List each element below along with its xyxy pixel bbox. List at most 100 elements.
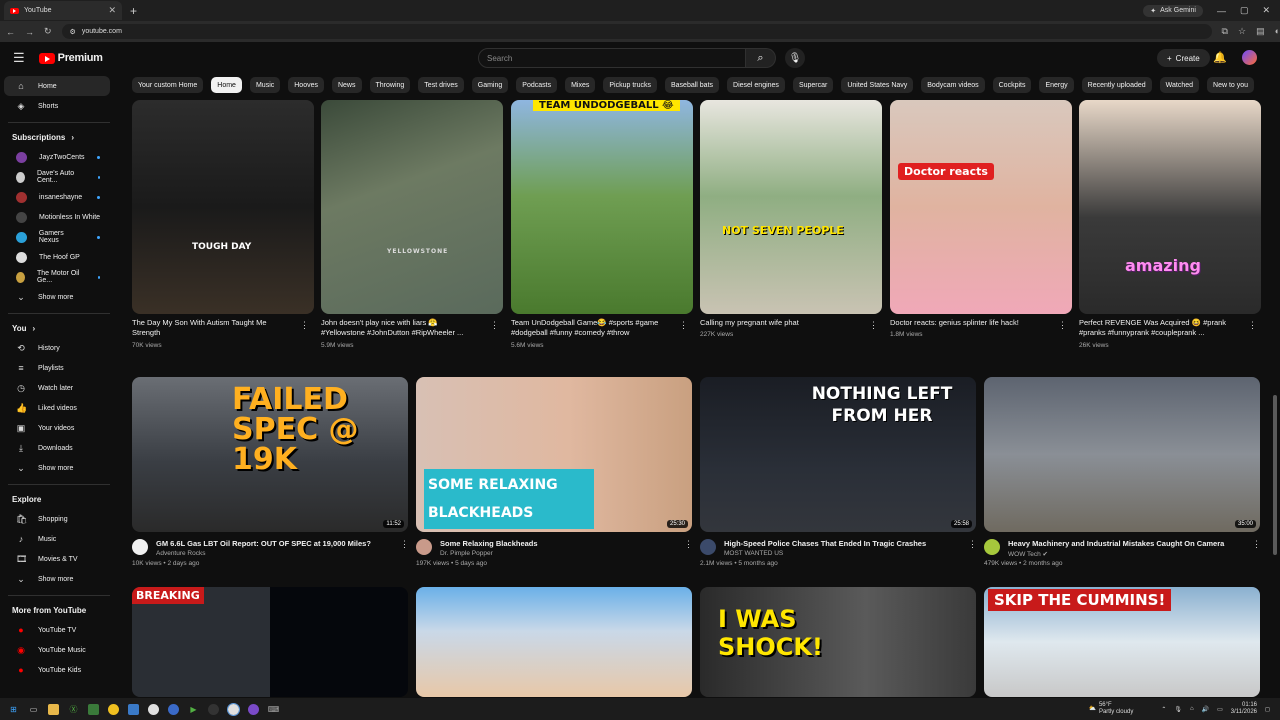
subscriptions-heading[interactable]: Subscriptions ›: [0, 127, 118, 147]
subscriptions-show-more[interactable]: ⌄ Show more: [4, 287, 110, 307]
chip-baseball-bats[interactable]: Baseball bats: [664, 77, 720, 93]
sidebar-sub-motor-oil[interactable]: The Motor Oil Ge...: [4, 267, 110, 287]
video-title[interactable]: Some Relaxing Blackheads: [440, 539, 680, 549]
sidebar-sub-gamers-nexus[interactable]: Gamers Nexus: [4, 227, 110, 247]
short-title[interactable]: Team UnDodgeball Game😂 #sports #game #do…: [511, 318, 671, 338]
short-thumbnail[interactable]: TEAM UNDODGEBALL 😂: [511, 100, 693, 314]
more-options-icon[interactable]: ⋮: [1252, 539, 1261, 550]
file-explorer-icon[interactable]: [48, 703, 59, 715]
volume-icon[interactable]: 🔊: [1202, 706, 1209, 713]
account-avatar[interactable]: [1242, 50, 1257, 65]
short-thumbnail[interactable]: NOT SEVEN PEOPLE: [700, 100, 882, 314]
channel-name[interactable]: MOST WANTED US: [724, 550, 783, 557]
sidebar-item-playlists[interactable]: ≡ Playlists: [4, 358, 110, 378]
more-options-icon[interactable]: ⋮: [400, 539, 409, 550]
terminal-icon[interactable]: ⌨: [268, 704, 280, 715]
sidebar-item-youtube-tv[interactable]: ● YouTube TV: [4, 620, 110, 640]
channel-avatar[interactable]: [700, 539, 716, 555]
create-button[interactable]: + Create: [1157, 49, 1210, 67]
search-input[interactable]: Search: [478, 48, 746, 68]
chip-diesel-engines[interactable]: Diesel engines: [727, 77, 785, 93]
video-thumbnail[interactable]: [416, 587, 692, 697]
more-options-icon[interactable]: ⋮: [869, 320, 878, 331]
back-icon[interactable]: ←: [6, 27, 15, 37]
you-show-more[interactable]: ⌄ Show more: [4, 458, 110, 478]
more-options-icon[interactable]: ⋮: [300, 320, 309, 331]
chip-throwing[interactable]: Throwing: [369, 77, 411, 93]
sidebar-item-downloads[interactable]: ⤓ Downloads: [4, 438, 110, 458]
more-options-icon[interactable]: ⋮: [684, 539, 693, 550]
page-scrollbar[interactable]: [1273, 395, 1277, 555]
video-thumbnail[interactable]: I WAS SHOCK!: [700, 587, 976, 697]
video-title[interactable]: GM 6.6L Gas LBT Oil Report: OUT OF SPEC …: [156, 539, 396, 549]
more-options-icon[interactable]: ⋮: [1058, 320, 1067, 331]
channel-name[interactable]: WOW Tech ✔: [1008, 550, 1048, 558]
chip-home[interactable]: Home: [211, 77, 242, 93]
sidebar-item-movies[interactable]: 🎞 Movies & TV: [4, 549, 110, 569]
you-heading[interactable]: You ›: [0, 318, 118, 338]
hamburger-menu-icon[interactable]: ☰: [13, 50, 25, 66]
sidebar-item-home[interactable]: ⌂ Home: [4, 76, 110, 96]
new-tab-button[interactable]: +: [130, 4, 137, 18]
clock[interactable]: 01:16 3/11/2026: [1231, 702, 1257, 716]
short-thumbnail[interactable]: YELLOWSTONE: [321, 100, 503, 314]
more-options-icon[interactable]: ⋮: [490, 320, 499, 331]
short-title[interactable]: The Day My Son With Autism Taught Me Str…: [132, 318, 292, 338]
short-title[interactable]: John doesn't play nice with liars 😤 #Yel…: [321, 318, 481, 338]
minimize-icon[interactable]: —: [1217, 6, 1226, 16]
sidebar-item-liked[interactable]: 👍 Liked videos: [4, 398, 110, 418]
app-icon[interactable]: [248, 703, 259, 715]
sidebar-sub-insaneshayne[interactable]: insaneshayne: [4, 187, 110, 207]
short-thumbnail[interactable]: TOUGH DAY: [132, 100, 314, 314]
chrome-active-icon[interactable]: [227, 702, 240, 716]
reload-icon[interactable]: ↻: [44, 26, 52, 37]
chrome-icon[interactable]: [148, 703, 159, 715]
chip-new-to-you[interactable]: New to you: [1207, 77, 1255, 93]
sidebar-sub-hoof-gp[interactable]: The Hoof GP: [4, 247, 110, 267]
browser-tab[interactable]: YouTube ✕: [4, 1, 122, 20]
short-thumbnail[interactable]: amazing: [1079, 100, 1261, 314]
channel-avatar[interactable]: [984, 539, 1000, 555]
chip-cockpits[interactable]: Cockpits: [992, 77, 1032, 93]
chip-watched[interactable]: Watched: [1159, 77, 1200, 93]
chip-podcasts[interactable]: Podcasts: [516, 77, 558, 93]
app-icon[interactable]: [88, 703, 99, 715]
tray-chevron-icon[interactable]: ⌃: [1161, 706, 1166, 713]
chip-news[interactable]: News: [331, 77, 362, 93]
sidebar-item-shorts[interactable]: ◈ Shorts: [4, 96, 110, 116]
video-thumbnail[interactable]: SKIP THE CUMMINS!: [984, 587, 1260, 697]
chip-energy[interactable]: Energy: [1039, 77, 1074, 93]
battery-icon[interactable]: ▭: [1217, 706, 1223, 713]
chip-pickup-trucks[interactable]: Pickup trucks: [603, 77, 657, 93]
url-field[interactable]: ⚙ youtube.com: [61, 24, 1212, 39]
bookmark-star-icon[interactable]: ☆: [1238, 26, 1246, 37]
chip-supercar[interactable]: Supercar: [792, 77, 834, 93]
app-icon[interactable]: [128, 703, 139, 715]
youtube-logo[interactable]: Premium: [38, 52, 103, 64]
chip-us-navy[interactable]: United States Navy: [841, 77, 914, 93]
weather-widget[interactable]: ⛅ 56°F Partly cloudy: [1088, 702, 1133, 716]
short-title[interactable]: Doctor reacts: genius splinter life hack…: [890, 318, 1050, 328]
notification-center-icon[interactable]: ◻: [1265, 706, 1270, 713]
chip-test-drives[interactable]: Test drives: [418, 77, 464, 93]
chip-bodycam-videos[interactable]: Bodycam videos: [921, 77, 985, 93]
sidepanel-icon[interactable]: ▤: [1256, 26, 1265, 37]
network-icon[interactable]: ⌂: [1190, 706, 1194, 712]
video-title[interactable]: High-Speed Police Chases That Ended In T…: [724, 539, 964, 549]
explore-show-more[interactable]: ⌄ Show more: [4, 569, 110, 589]
channel-avatar[interactable]: [132, 539, 148, 555]
chip-recently-uploaded[interactable]: Recently uploaded: [1081, 77, 1152, 93]
chip-your-custom-home[interactable]: Your custom Home: [132, 77, 204, 93]
install-icon[interactable]: ⧉: [1222, 26, 1228, 37]
close-tab-icon[interactable]: ✕: [108, 5, 116, 16]
video-thumbnail[interactable]: NOTHING LEFT FROM HER 25:58: [700, 377, 976, 532]
video-thumbnail[interactable]: 35:00: [984, 377, 1260, 532]
mic-tray-icon[interactable]: 🎙: [1174, 706, 1182, 713]
notifications-bell-icon[interactable]: 🔔: [1213, 51, 1227, 64]
more-options-icon[interactable]: ⋮: [1248, 320, 1257, 331]
forward-icon[interactable]: →: [25, 27, 34, 37]
extension-icon[interactable]: ◐: [1275, 26, 1280, 37]
short-title[interactable]: Perfect REVENGE Was Acquired 😆 #prank #p…: [1079, 318, 1239, 338]
chip-mixes[interactable]: Mixes: [565, 77, 596, 93]
sidebar-item-youtube-kids[interactable]: ● YouTube Kids: [4, 660, 110, 680]
